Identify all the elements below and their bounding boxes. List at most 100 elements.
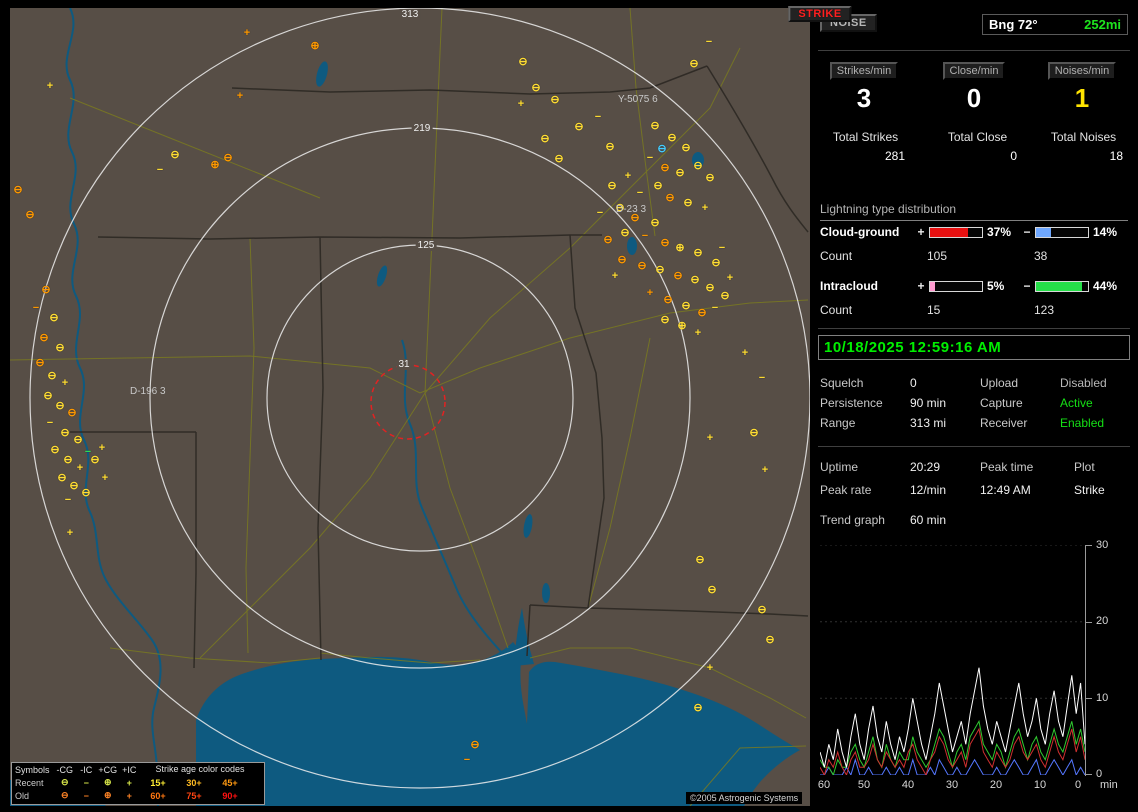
noises-per-min-header[interactable]: Noises/min bbox=[1047, 62, 1117, 80]
legend-age-header: Strike age color codes bbox=[155, 764, 245, 774]
legend-row-recent: Recent bbox=[15, 777, 44, 788]
capture-label: Capture bbox=[980, 396, 1023, 410]
plus-sign: + bbox=[917, 279, 925, 293]
count-label: Count bbox=[820, 249, 853, 263]
trend-window-value: 60 min bbox=[910, 513, 947, 527]
pos-cg-bar bbox=[929, 226, 983, 238]
neg-cg-count: 38 bbox=[1034, 249, 1048, 263]
status-row: Peak rate 12/min 12:49 AM Strike bbox=[818, 483, 1132, 501]
y-tick-10: 10 bbox=[1096, 692, 1109, 704]
x-tick-30: 30 bbox=[945, 779, 959, 791]
squelch-value: 0 bbox=[910, 376, 917, 390]
total-noises-label: Total Noises bbox=[1050, 130, 1117, 144]
noises-per-min-value: 1 bbox=[1074, 83, 1090, 113]
receiver-label: Receiver bbox=[980, 416, 1028, 430]
close-per-min-value: 0 bbox=[966, 83, 982, 113]
storm-cell-label: D-196 3 bbox=[130, 386, 166, 397]
total-close-label: Total Close bbox=[947, 130, 1008, 144]
minus-sign: − bbox=[1023, 225, 1031, 239]
minus-sign: − bbox=[1023, 279, 1031, 293]
intracloud-row: Intracloud + 5% − 44% bbox=[820, 279, 1127, 293]
pos-cg-percent: 37% bbox=[987, 225, 1012, 239]
storm-cell-label: D-23 3 bbox=[616, 204, 647, 215]
peak-rate-value: 12/min bbox=[910, 483, 947, 497]
pos-cg-icon: ⊕ bbox=[104, 777, 112, 787]
ring-label-31: 31 bbox=[396, 359, 412, 370]
neg-ic-percent: 44% bbox=[1093, 279, 1118, 293]
age-code: 15+ bbox=[150, 777, 166, 788]
cloud-ground-row: Cloud-ground + 37% − 14% bbox=[820, 225, 1127, 239]
uptime-value: 20:29 bbox=[910, 460, 941, 474]
pos-ic-bar bbox=[929, 280, 983, 292]
neg-cg-percent: 14% bbox=[1093, 225, 1118, 239]
pos-cg-icon: ⊕ bbox=[104, 790, 112, 800]
distribution-section-title: Lightning type distribution bbox=[820, 202, 1128, 221]
neg-ic-count: 123 bbox=[1034, 303, 1055, 317]
legend-col-pos-ic: +IC bbox=[122, 764, 137, 775]
total-noises-value: 18 bbox=[1109, 149, 1123, 163]
x-tick-20: 20 bbox=[989, 779, 1003, 791]
radar-map[interactable]: + ⊕ + + ⊖ ⊖ ⊖ + ⊖ ⊖ ⊖ − ⊖ ⊖ − ⊖ ⊖ ⊖ − ⊖ ⊖ ⊖ ⊖ ⊖ ⊖ − ⊖ ⊖ + ⊖ ⊖ ⊖ ⊖ − ⊖ ⊕ ⊖ ⊖ ⊖ ⊖… bbox=[10, 8, 810, 806]
pos-ic-count: 15 bbox=[927, 303, 941, 317]
age-code: 90+ bbox=[222, 790, 238, 801]
plot-value: Strike bbox=[1074, 483, 1105, 497]
settings-row: Squelch 0 Upload Disabled bbox=[818, 376, 1132, 394]
neg-cg-bar bbox=[1035, 226, 1089, 238]
trend-graph-label: Trend graph bbox=[820, 513, 885, 527]
plus-sign: + bbox=[917, 225, 925, 239]
receiver-status: Enabled bbox=[1060, 416, 1105, 430]
persistence-label: Persistence bbox=[820, 396, 883, 410]
total-close-value: 0 bbox=[1010, 149, 1017, 163]
intracloud-label: Intracloud bbox=[820, 279, 879, 293]
persistence-value: 90 min bbox=[910, 396, 947, 410]
count-label: Count bbox=[820, 303, 853, 317]
y-tick-20: 20 bbox=[1096, 615, 1109, 627]
range-value: 252mi bbox=[1084, 17, 1121, 32]
pos-ic-icon: + bbox=[126, 777, 132, 788]
neg-ic-bar bbox=[1035, 280, 1089, 292]
settings-row: Persistence 90 min Capture Active bbox=[818, 396, 1132, 414]
legend-col-pos-cg: +CG bbox=[98, 764, 118, 775]
x-tick-10: 10 bbox=[1033, 779, 1047, 791]
uptime-label: Uptime bbox=[820, 460, 859, 474]
legend-symbols-header: Symbols bbox=[15, 764, 50, 775]
range-value: 313 mi bbox=[910, 416, 947, 430]
age-code: 60+ bbox=[150, 790, 166, 801]
upload-status: Disabled bbox=[1060, 376, 1107, 390]
pos-ic-icon: + bbox=[126, 790, 132, 801]
copyright-text: ©2005 Astrogenic Systems bbox=[686, 792, 803, 804]
cloud-ground-counts: Count 105 38 bbox=[820, 249, 1132, 263]
peak-time-value: 12:49 AM bbox=[980, 483, 1031, 497]
strikes-per-min-header[interactable]: Strikes/min bbox=[829, 62, 899, 80]
control-panel: STRIKE NOISE Bng 72° 252mi Strikes/min 3… bbox=[788, 6, 1132, 804]
plot-label: Plot bbox=[1074, 460, 1095, 474]
intracloud-counts: Count 15 123 bbox=[820, 303, 1132, 317]
bearing-range-display: Bng 72° 252mi bbox=[982, 14, 1128, 35]
trend-y-axis bbox=[1085, 545, 1086, 776]
app-window: + ⊕ + + ⊖ ⊖ ⊖ + ⊖ ⊖ ⊖ − ⊖ ⊖ − ⊖ ⊖ ⊖ − ⊖ ⊖ ⊖ ⊖ ⊖ ⊖ − ⊖ ⊖ + ⊖ ⊖ ⊖ ⊖ − ⊖ ⊕ ⊖ ⊖ ⊖ ⊖… bbox=[0, 0, 1138, 812]
status-row: Uptime 20:29 Peak time Plot bbox=[818, 460, 1132, 478]
strikes-per-min-value: 3 bbox=[856, 83, 872, 113]
storm-label-layer: Y-5075 6 D-23 3 D-196 3 bbox=[10, 8, 810, 806]
storm-cell-label: Y-5075 6 bbox=[618, 94, 658, 105]
close-per-min-header[interactable]: Close/min bbox=[942, 62, 1006, 80]
x-unit-label: min bbox=[1100, 779, 1118, 791]
bearing-value: Bng 72° bbox=[989, 17, 1038, 32]
peak-rate-label: Peak rate bbox=[820, 483, 872, 497]
legend-col-neg-cg: -CG bbox=[56, 764, 74, 775]
map-legend: Symbols -CG -IC +CG +IC Recent ⊖ − ⊕ + O… bbox=[11, 762, 265, 805]
ring-label-313: 313 bbox=[399, 9, 421, 20]
range-label: Range bbox=[820, 416, 856, 430]
ring-label-219: 219 bbox=[411, 123, 433, 134]
neg-ic-icon: − bbox=[83, 777, 89, 788]
neg-cg-icon: ⊖ bbox=[61, 790, 69, 800]
y-tick-30: 30 bbox=[1096, 539, 1109, 551]
cloud-ground-label: Cloud-ground bbox=[820, 225, 900, 239]
squelch-label: Squelch bbox=[820, 376, 864, 390]
x-tick-0: 0 bbox=[1074, 779, 1082, 791]
trend-series-total-strikes bbox=[820, 667, 1085, 768]
x-tick-60: 60 bbox=[817, 779, 831, 791]
strike-mode-button[interactable]: STRIKE bbox=[788, 6, 852, 22]
age-code: 75+ bbox=[186, 790, 202, 801]
neg-cg-icon: ⊖ bbox=[61, 777, 69, 787]
